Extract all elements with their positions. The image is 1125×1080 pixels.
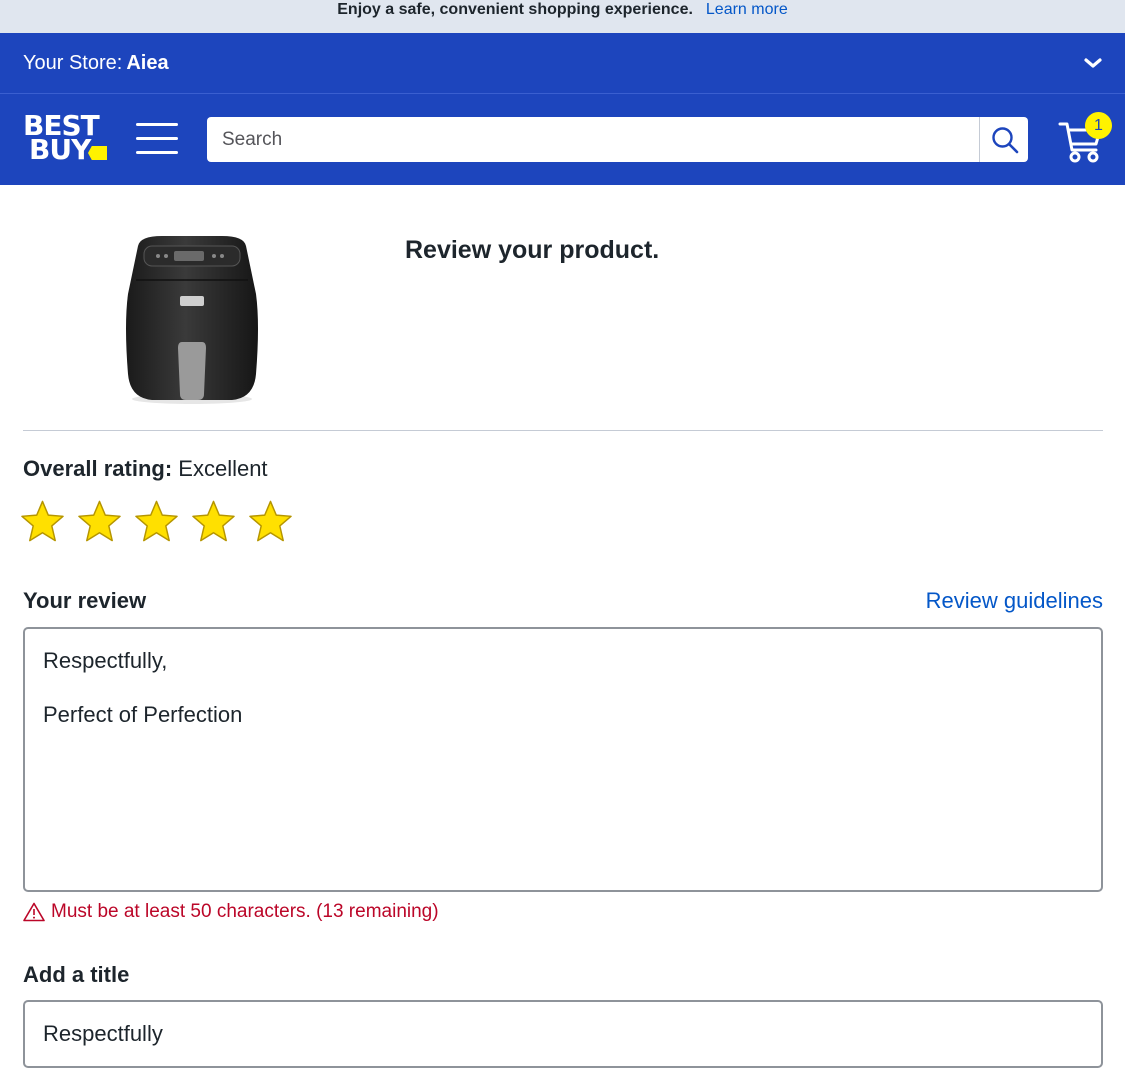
review-text-line: Perfect of Perfection — [43, 702, 243, 727]
rating-label-text: Overall rating: — [23, 456, 173, 481]
review-guidelines-link[interactable]: Review guidelines — [926, 588, 1103, 614]
product-image — [126, 236, 258, 404]
site-header: BEST BUY 1 — [0, 94, 1125, 185]
title-input[interactable]: Respectfully — [23, 1000, 1103, 1068]
error-text: Must be at least 50 characters. (13 rema… — [51, 901, 439, 922]
star-icon[interactable] — [248, 498, 293, 544]
warning-icon — [23, 902, 45, 922]
page-title: Review your product. — [405, 236, 660, 264]
review-error-message: Must be at least 50 characters. (13 rema… — [23, 901, 439, 923]
promo-banner: Enjoy a safe, convenient shopping experi… — [0, 0, 1125, 33]
rating-label: Overall rating: Excellent — [23, 456, 268, 482]
store-selector[interactable]: Your Store: Aiea — [0, 33, 1125, 94]
store-name: Aiea — [126, 51, 169, 74]
review-textarea[interactable]: Respectfully, Perfect of Perfection — [23, 627, 1103, 892]
hamburger-menu-icon[interactable] — [136, 122, 178, 156]
search-icon — [992, 127, 1019, 154]
star-icon[interactable] — [77, 498, 122, 544]
store-prefix: Your Store: — [23, 51, 123, 74]
star-icon[interactable] — [134, 498, 179, 544]
learn-more-link[interactable]: Learn more — [706, 0, 788, 20]
review-text-line: Respectfully, — [43, 648, 168, 673]
chevron-down-icon[interactable] — [1083, 55, 1103, 71]
title-label: Add a title — [23, 962, 130, 987]
search-button[interactable] — [979, 117, 1028, 162]
star-rating — [20, 498, 305, 544]
cart-button[interactable]: 1 — [1058, 112, 1114, 163]
cart-count-badge: 1 — [1085, 112, 1112, 139]
best-buy-logo[interactable]: BEST BUY — [23, 112, 109, 166]
rating-value: Excellent — [178, 456, 268, 481]
review-label: Your review — [23, 588, 147, 613]
promo-message: Enjoy a safe, convenient shopping experi… — [337, 1, 693, 18]
divider — [23, 430, 1103, 431]
star-icon[interactable] — [20, 498, 65, 544]
logo-tag-icon — [88, 146, 107, 160]
search-bar — [207, 117, 1028, 162]
star-icon[interactable] — [191, 498, 236, 544]
search-input[interactable] — [207, 117, 979, 162]
logo-text-line2: BUY — [29, 133, 91, 166]
